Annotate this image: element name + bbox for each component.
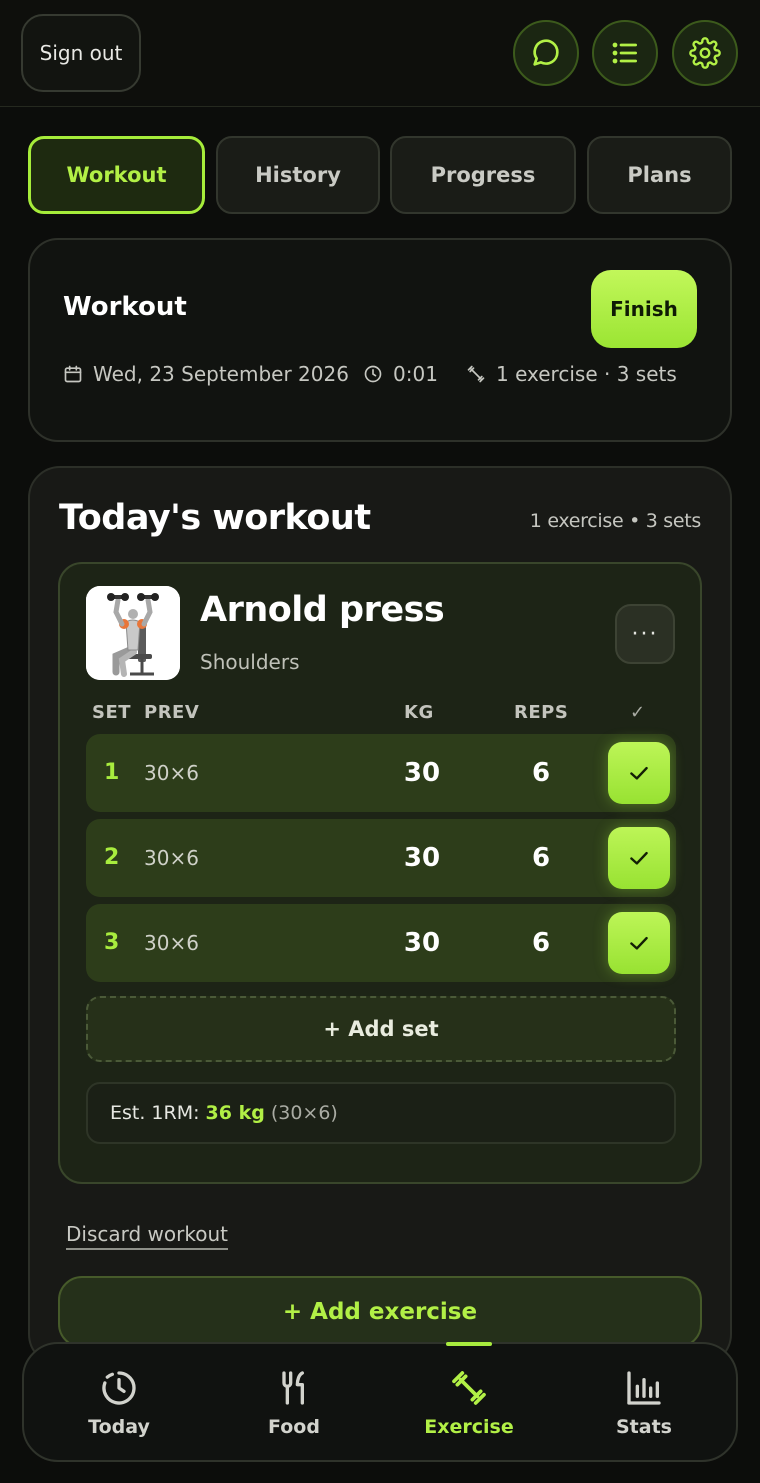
estimated-1rm: Est. 1RM: 36 kg (30×6) xyxy=(86,1082,676,1144)
set-complete-toggle[interactable] xyxy=(608,912,670,974)
nav-item-today[interactable]: Today xyxy=(44,1344,194,1460)
set-reps-input[interactable]: 6 xyxy=(506,819,576,897)
exercise-more-button[interactable]: ··· xyxy=(615,604,675,664)
add-exercise-button[interactable]: + Add exercise xyxy=(58,1276,702,1348)
clock-icon xyxy=(364,365,382,383)
set-row: 2 30×6 30 6 xyxy=(86,819,676,897)
column-header-prev: PREV xyxy=(144,702,200,723)
todays-workout-title: Today's workout xyxy=(59,498,371,538)
arnold-press-illustration xyxy=(86,586,180,680)
nav-active-indicator xyxy=(446,1342,492,1346)
nav-item-exercise[interactable]: Exercise xyxy=(394,1342,544,1460)
set-row: 3 30×6 30 6 xyxy=(86,904,676,982)
dumbbell-icon xyxy=(452,1371,486,1405)
set-reps-input[interactable]: 6 xyxy=(506,904,576,982)
dumbbell-small-icon xyxy=(467,365,485,383)
column-header-set: SET xyxy=(92,702,132,723)
check-icon xyxy=(630,766,648,780)
nav-label-today: Today xyxy=(88,1416,150,1438)
check-icon xyxy=(630,936,648,950)
set-number: 1 xyxy=(104,760,120,785)
nav-label-exercise: Exercise xyxy=(424,1416,514,1438)
set-kg-input[interactable]: 30 xyxy=(387,904,457,982)
set-kg-input[interactable]: 30 xyxy=(387,819,457,897)
workout-title: Workout xyxy=(63,292,187,322)
discard-workout-link[interactable]: Discard workout xyxy=(66,1222,228,1250)
list-button[interactable] xyxy=(592,20,658,86)
set-number: 3 xyxy=(104,930,120,955)
nav-label-food: Food xyxy=(268,1416,320,1438)
column-header-kg: KG xyxy=(404,702,434,723)
tab-history[interactable]: History xyxy=(216,136,380,214)
nav-label-stats: Stats xyxy=(616,1416,672,1438)
set-complete-toggle[interactable] xyxy=(608,742,670,804)
set-reps-input[interactable]: 6 xyxy=(506,734,576,812)
nav-item-food[interactable]: Food xyxy=(219,1344,369,1460)
workout-date-text: Wed, 23 September 2026 xyxy=(93,362,349,386)
chat-bubble-icon xyxy=(533,39,559,66)
settings-button[interactable] xyxy=(672,20,738,86)
add-set-button[interactable]: + Add set xyxy=(86,996,676,1062)
workout-summary-text: 1 exercise · 3 sets xyxy=(496,362,677,386)
exercise-name: Arnold press xyxy=(200,590,445,630)
more-dots-icon: ··· xyxy=(631,621,659,647)
gear-icon xyxy=(689,37,721,69)
est-1rm-value: 36 kg xyxy=(205,1102,265,1124)
set-row: 1 30×6 30 6 xyxy=(86,734,676,812)
est-1rm-label: Est. 1RM: xyxy=(110,1102,200,1124)
top-bar: Sign out xyxy=(0,0,760,107)
check-icon xyxy=(630,851,648,865)
set-previous: 30×6 xyxy=(144,761,199,785)
list-icon xyxy=(612,42,637,64)
tab-progress[interactable]: Progress xyxy=(390,136,576,214)
workout-duration-text: 0:01 xyxy=(393,362,438,386)
est-1rm-note: (30×6) xyxy=(270,1102,338,1124)
exercise-card: Arnold press Shoulders ··· SET PREV KG R… xyxy=(58,562,702,1184)
nav-item-stats[interactable]: Stats xyxy=(569,1344,719,1460)
finish-button[interactable]: Finish xyxy=(591,270,697,348)
tab-plans[interactable]: Plans xyxy=(587,136,732,214)
exercise-thumbnail xyxy=(86,586,180,680)
workout-summary: 1 exercise · 3 sets xyxy=(466,362,677,386)
workout-header-card: Workout Finish Wed, 23 September 2026 0:… xyxy=(28,238,732,442)
calendar-icon xyxy=(64,365,82,383)
todays-workout-summary: 1 exercise • 3 sets xyxy=(529,510,702,532)
exercise-muscle: Shoulders xyxy=(200,650,300,674)
bar-chart-icon xyxy=(627,1371,661,1405)
workout-duration: 0:01 xyxy=(363,362,438,386)
workout-date: Wed, 23 September 2026 xyxy=(63,362,349,386)
clock-history-icon xyxy=(102,1371,136,1405)
set-previous: 30×6 xyxy=(144,931,199,955)
bottom-nav: Today Food Exercise Stats xyxy=(22,1342,738,1462)
chat-button[interactable] xyxy=(513,20,579,86)
column-header-reps: REPS xyxy=(514,702,569,723)
set-number: 2 xyxy=(104,845,120,870)
tab-workout[interactable]: Workout xyxy=(28,136,205,214)
set-kg-input[interactable]: 30 xyxy=(387,734,457,812)
set-complete-toggle[interactable] xyxy=(608,827,670,889)
sign-out-button[interactable]: Sign out xyxy=(21,14,141,92)
fork-knife-icon xyxy=(282,1371,304,1405)
set-previous: 30×6 xyxy=(144,846,199,870)
column-header-done: ✓ xyxy=(630,702,646,723)
